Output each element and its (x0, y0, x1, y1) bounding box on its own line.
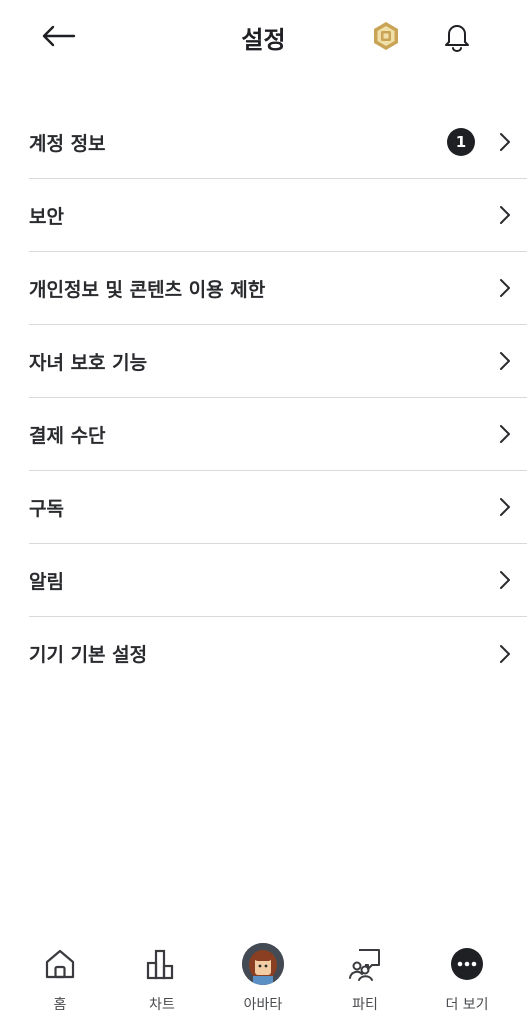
nav-item-label: 아바타 (243, 997, 283, 1013)
nav-item-more[interactable]: 더 보기 (427, 935, 507, 1024)
menu-item-label: 보안 (29, 205, 64, 228)
home-icon (45, 949, 75, 979)
menu-item-label: 자녀 보호 기능 (29, 351, 148, 374)
more-icon (451, 948, 483, 980)
nav-item-party[interactable]: 파티 (325, 935, 405, 1024)
menu-item-label: 계정 정보 (29, 132, 106, 155)
menu-item-label: 개인정보 및 콘텐츠 이용 제한 (29, 278, 266, 301)
nav-item-label: 차트 (149, 997, 175, 1013)
chevron-right-icon (500, 206, 510, 224)
chevron-right-icon (500, 279, 510, 297)
settings-screen: 설정 계정 정보 1 보안 개인정보 및 콘텐츠 이용 제한 자녀 보호 기능 … (0, 0, 527, 1024)
menu-item-label: 구독 (29, 497, 64, 520)
settings-menu: 계정 정보 1 보안 개인정보 및 콘텐츠 이용 제한 자녀 보호 기능 결제 … (29, 106, 527, 690)
menu-item-device-preferences[interactable]: 기기 기본 설정 (29, 617, 527, 690)
chevron-right-icon (500, 498, 510, 516)
nav-item-home[interactable]: 홈 (20, 935, 100, 1024)
notifications-button[interactable] (440, 18, 474, 54)
menu-item-subscriptions[interactable]: 구독 (29, 471, 527, 544)
nav-item-label: 홈 (53, 997, 67, 1013)
nav-item-avatar[interactable]: 아바타 (223, 935, 303, 1024)
chevron-right-icon (500, 425, 510, 443)
menu-item-label: 기기 기본 설정 (29, 644, 148, 666)
party-icon (349, 949, 380, 981)
menu-item-label: 결제 수단 (29, 424, 106, 447)
nav-item-label: 더 보기 (445, 997, 489, 1013)
notification-badge: 1 (447, 128, 475, 156)
bell-icon (445, 25, 469, 52)
chevron-right-icon (500, 644, 510, 663)
chevron-right-icon (500, 571, 510, 589)
avatar (242, 943, 284, 985)
chevron-right-icon (500, 352, 510, 370)
menu-item-parental-controls[interactable]: 자녀 보호 기능 (29, 325, 527, 398)
menu-item-notifications[interactable]: 알림 (29, 544, 527, 617)
menu-item-payment-methods[interactable]: 결제 수단 (29, 398, 527, 471)
nav-item-label: 파티 (352, 997, 378, 1013)
chart-icon (146, 949, 174, 980)
header: 설정 (0, 0, 527, 72)
menu-item-security[interactable]: 보안 (29, 179, 527, 252)
robux-icon (374, 22, 398, 50)
menu-item-label: 알림 (29, 570, 64, 593)
bottom-nav: 홈 차트 아바타 파티 더 보기 (0, 935, 527, 1024)
robux-button[interactable] (369, 18, 403, 54)
nav-item-charts[interactable]: 차트 (122, 935, 202, 1024)
menu-item-privacy[interactable]: 개인정보 및 콘텐츠 이용 제한 (29, 252, 527, 325)
chevron-right-icon (500, 133, 510, 151)
menu-item-account-info[interactable]: 계정 정보 1 (29, 106, 527, 179)
